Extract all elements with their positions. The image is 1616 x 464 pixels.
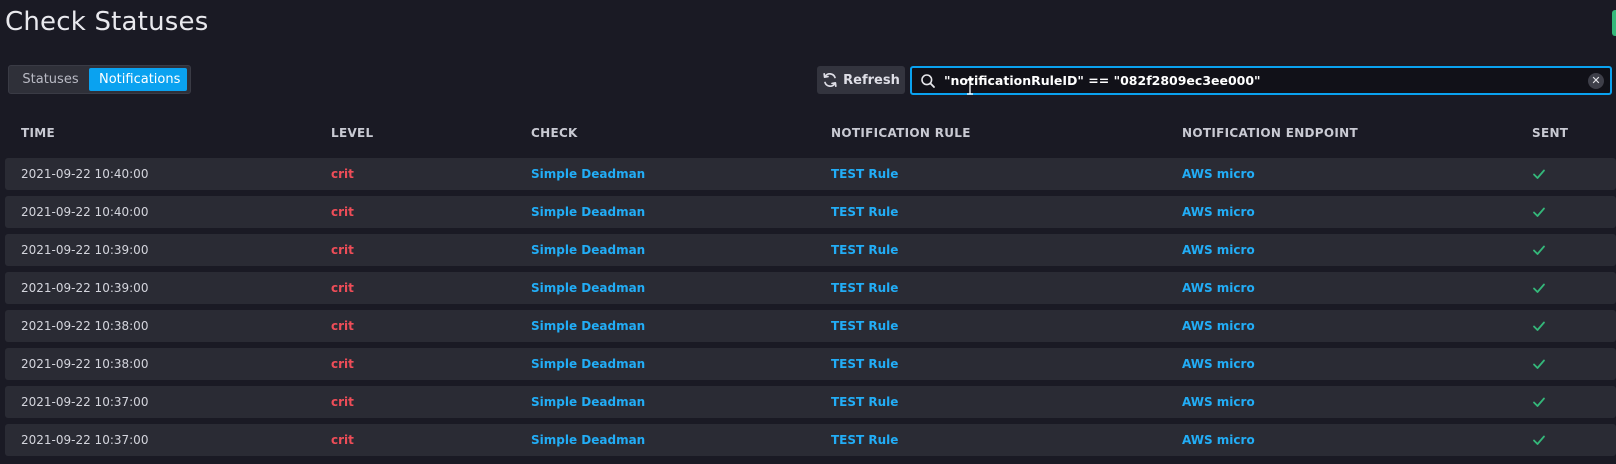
search-box[interactable]: ✕	[910, 66, 1612, 95]
page-title: Check Statuses	[5, 7, 209, 37]
row-check-link[interactable]: Simple Deadman	[531, 386, 645, 418]
check-icon	[1533, 435, 1545, 445]
row-time: 2021-09-22 10:38:00	[21, 357, 149, 371]
refresh-button[interactable]: Refresh	[817, 66, 905, 94]
check-icon	[1533, 321, 1545, 331]
row-level: crit	[331, 357, 354, 371]
search-input[interactable]	[944, 73, 1588, 88]
row-level: crit	[331, 395, 354, 409]
notifications-toggle-button[interactable]: Notifications	[89, 68, 187, 91]
refresh-icon	[823, 72, 837, 88]
table-header: TIME LEVEL CHECK NOTIFICATION RULE NOTIF…	[0, 122, 1616, 144]
row-time: 2021-09-22 10:39:00	[21, 243, 149, 257]
table-row: 2021-09-22 10:40:00 crit Simple Deadman TES…	[5, 196, 1616, 228]
row-level: crit	[331, 167, 354, 181]
row-level: crit	[331, 281, 354, 295]
row-notification-endpoint-link[interactable]: AWS micro	[1182, 348, 1255, 380]
row-level: crit	[331, 433, 354, 447]
search-icon	[921, 73, 935, 88]
row-level: crit	[331, 319, 354, 333]
row-notification-endpoint-link[interactable]: AWS micro	[1182, 272, 1255, 304]
header-check[interactable]: CHECK	[531, 126, 578, 140]
view-toggle: Statuses Notifications	[8, 65, 191, 94]
table-row: 2021-09-22 10:37:00 crit Simple Deadman TES…	[5, 424, 1616, 456]
header-time[interactable]: TIME	[21, 126, 55, 140]
row-notification-endpoint-link[interactable]: AWS micro	[1182, 158, 1255, 190]
row-time: 2021-09-22 10:37:00	[21, 433, 149, 447]
table-row: 2021-09-22 10:38:00 crit Simple Deadman TES…	[5, 310, 1616, 342]
table-row: 2021-09-22 10:39:00 crit Simple Deadman TES…	[5, 272, 1616, 304]
row-level: crit	[331, 243, 354, 257]
check-icon	[1533, 169, 1545, 179]
close-icon[interactable]: ✕	[1588, 72, 1604, 89]
table-row: 2021-09-22 10:37:00 crit Simple Deadman TES…	[5, 386, 1616, 418]
header-notification-endpoint[interactable]: NOTIFICATION ENDPOINT	[1182, 126, 1358, 140]
row-check-link[interactable]: Simple Deadman	[531, 348, 645, 380]
row-check-link[interactable]: Simple Deadman	[531, 196, 645, 228]
row-check-link[interactable]: Simple Deadman	[531, 272, 645, 304]
row-time: 2021-09-22 10:40:00	[21, 205, 149, 219]
notification-rows: 2021-09-22 10:40:00 crit Simple Deadman TES…	[5, 158, 1616, 462]
table-row: 2021-09-22 10:39:00 crit Simple Deadman TES…	[5, 234, 1616, 266]
row-notification-rule-link[interactable]: TEST Rule	[831, 386, 898, 418]
row-notification-rule-link[interactable]: TEST Rule	[831, 272, 898, 304]
check-icon	[1533, 397, 1545, 407]
statuses-toggle-button[interactable]: Statuses	[12, 68, 89, 91]
header-level[interactable]: LEVEL	[331, 126, 373, 140]
row-check-link[interactable]: Simple Deadman	[531, 424, 645, 456]
row-notification-rule-link[interactable]: TEST Rule	[831, 158, 898, 190]
text-cursor-icon	[967, 79, 973, 95]
table-row: 2021-09-22 10:38:00 crit Simple Deadman TES…	[5, 348, 1616, 380]
corner-indicator[interactable]	[1612, 10, 1616, 36]
row-notification-endpoint-link[interactable]: AWS micro	[1182, 234, 1255, 266]
header-notification-rule[interactable]: NOTIFICATION RULE	[831, 126, 971, 140]
header-sent[interactable]: SENT	[1532, 126, 1568, 140]
check-statuses-page: Check Statuses Statuses Notifications Re…	[0, 0, 1616, 464]
row-notification-rule-link[interactable]: TEST Rule	[831, 424, 898, 456]
row-check-link[interactable]: Simple Deadman	[531, 158, 645, 190]
row-level: crit	[331, 205, 354, 219]
row-notification-rule-link[interactable]: TEST Rule	[831, 196, 898, 228]
row-time: 2021-09-22 10:38:00	[21, 319, 149, 333]
row-notification-rule-link[interactable]: TEST Rule	[831, 310, 898, 342]
table-row: 2021-09-22 10:40:00 crit Simple Deadman TES…	[5, 158, 1616, 190]
row-notification-endpoint-link[interactable]: AWS micro	[1182, 386, 1255, 418]
row-check-link[interactable]: Simple Deadman	[531, 234, 645, 266]
row-notification-rule-link[interactable]: TEST Rule	[831, 348, 898, 380]
check-icon	[1533, 245, 1545, 255]
refresh-label: Refresh	[843, 72, 900, 88]
check-icon	[1533, 283, 1545, 293]
row-check-link[interactable]: Simple Deadman	[531, 310, 645, 342]
row-time: 2021-09-22 10:40:00	[21, 167, 149, 181]
row-notification-endpoint-link[interactable]: AWS micro	[1182, 310, 1255, 342]
check-icon	[1533, 359, 1545, 369]
row-notification-rule-link[interactable]: TEST Rule	[831, 234, 898, 266]
row-time: 2021-09-22 10:37:00	[21, 395, 149, 409]
row-time: 2021-09-22 10:39:00	[21, 281, 149, 295]
row-notification-endpoint-link[interactable]: AWS micro	[1182, 424, 1255, 456]
row-notification-endpoint-link[interactable]: AWS micro	[1182, 196, 1255, 228]
check-icon	[1533, 207, 1545, 217]
